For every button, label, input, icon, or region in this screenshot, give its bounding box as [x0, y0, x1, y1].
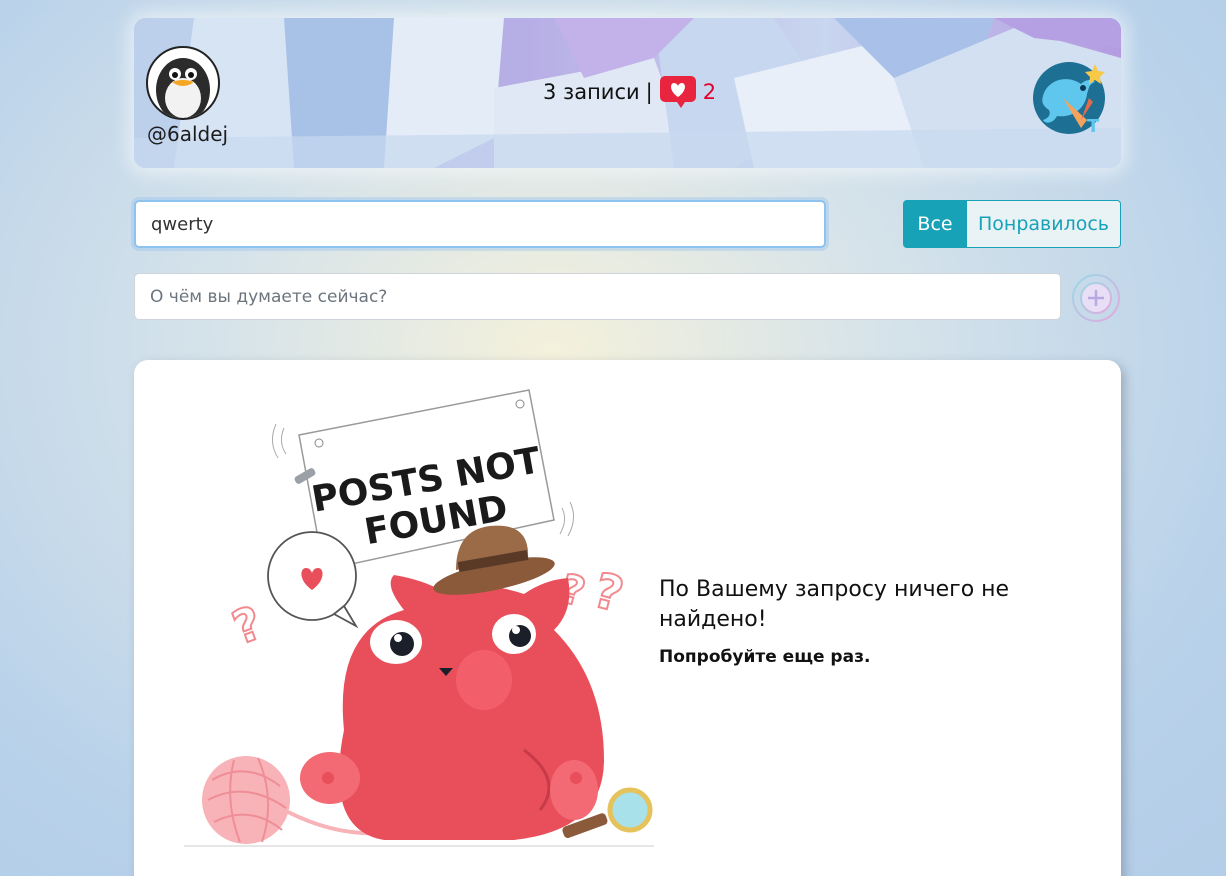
new-post-input[interactable] — [134, 273, 1061, 320]
profile-stats: 3 записи | 2 — [543, 76, 716, 108]
svg-text:?: ? — [226, 595, 270, 655]
profile-header: @6aldej 3 записи | 2 T — [134, 18, 1121, 168]
stats-separator: | — [645, 80, 653, 104]
speech-bubble-heart-icon — [267, 531, 359, 629]
bird-logo-icon[interactable]: T — [1031, 58, 1111, 138]
username: @6aldej — [147, 122, 229, 146]
search-input[interactable] — [134, 200, 826, 248]
post-filter: Все Понравилось — [903, 200, 1121, 248]
empty-state-card: POSTS NOT FOUND ? ? ? По Вашему запросу … — [134, 360, 1121, 876]
empty-state-title: По Вашему запросу ничего не найдено! — [659, 577, 1010, 632]
empty-state-subtitle: Попробуйте еще раз. — [659, 647, 871, 667]
likes-count: 2 — [702, 80, 717, 104]
svg-text:?: ? — [588, 562, 629, 623]
heart-icon — [659, 76, 696, 108]
penguin-icon[interactable] — [146, 46, 220, 120]
filter-all-button[interactable]: Все — [903, 200, 967, 248]
posts-not-found-illustration: POSTS NOT FOUND ? ? ? — [184, 389, 654, 847]
filter-liked-button[interactable]: Понравилось — [967, 200, 1121, 248]
svg-text:T: T — [1087, 116, 1100, 137]
plus-circle-icon[interactable] — [1071, 273, 1121, 323]
posts-count: 3 записи — [543, 80, 640, 104]
